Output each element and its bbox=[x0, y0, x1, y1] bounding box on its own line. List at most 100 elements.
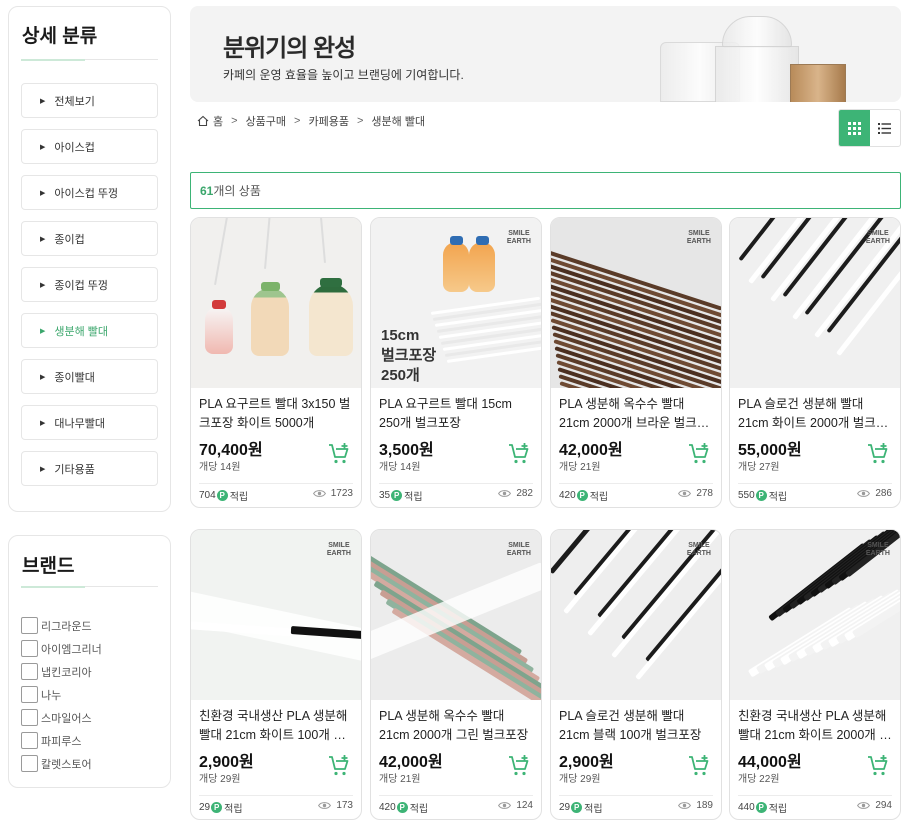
chevron-right-icon: ▶ bbox=[40, 235, 46, 243]
brand-filter-item[interactable]: 파피루스 bbox=[21, 729, 102, 752]
add-to-cart-button[interactable] bbox=[507, 442, 531, 466]
product-card[interactable]: SMILE EARTH PLA 슬로건 생분해 빨대 21cm 화이트 2000개… bbox=[729, 217, 901, 508]
sidebar-category-item[interactable]: ▶ 기타용품 bbox=[21, 451, 158, 486]
add-to-cart-button[interactable] bbox=[507, 754, 531, 778]
views-count: 173 bbox=[336, 800, 353, 811]
product-card[interactable]: SMILE EARTH 친환경 국내생산 PLA 생분해 빨대 21cm 화이트 … bbox=[190, 529, 362, 820]
eye-icon bbox=[857, 802, 871, 809]
product-count: 61 bbox=[200, 183, 214, 198]
brand-filter-item[interactable]: 아이엠그리너 bbox=[21, 637, 102, 660]
product-name[interactable]: 친환경 국내생산 PLA 생분해 빨대 21cm 화이트 2000개 벌크포장 bbox=[738, 707, 894, 745]
sidebar-category-item[interactable]: ▶ 아이스컵 뚜껑 bbox=[21, 175, 158, 210]
breadcrumb-current[interactable]: 생분해 빨대 bbox=[371, 113, 425, 129]
card-divider bbox=[199, 483, 353, 484]
brand-logo-text: SMILE EARTH bbox=[865, 542, 890, 557]
brand-checkbox[interactable] bbox=[21, 709, 38, 726]
add-to-cart-button[interactable] bbox=[687, 442, 711, 466]
breadcrumb-shop[interactable]: 상품구매 bbox=[246, 113, 286, 129]
eye-icon bbox=[498, 490, 512, 497]
product-price: 44,000원 bbox=[738, 754, 802, 771]
sidebar-category-item[interactable]: ▶ 생분해 빨대 bbox=[21, 313, 158, 348]
bottle-cap-shape bbox=[260, 282, 280, 291]
grid-view-button[interactable] bbox=[839, 110, 870, 146]
sidebar-category-label: 대나무빨대 bbox=[54, 417, 105, 430]
brand-filter-item[interactable]: 스마일어스 bbox=[21, 706, 102, 729]
views-count: 124 bbox=[516, 800, 533, 811]
product-views: 278 bbox=[678, 488, 713, 499]
sidebar-category-label: 전체보기 bbox=[54, 95, 95, 108]
sidebar-category-item[interactable]: ▶ 대나무빨대 bbox=[21, 405, 158, 440]
product-image[interactable]: SMILE EARTH bbox=[371, 530, 541, 700]
product-card[interactable]: 15cm 벌크포장 250개 SMILE EARTH PLA 요구르트 빨대 15c… bbox=[370, 217, 542, 508]
sidebar-category-item[interactable]: ▶ 전체보기 bbox=[21, 83, 158, 118]
brand-filter-item[interactable]: 리그라운드 bbox=[21, 614, 102, 637]
brand-checkbox[interactable] bbox=[21, 640, 38, 657]
product-name[interactable]: 친환경 국내생산 PLA 생분해 빨대 21cm 화이트 100개 개별포장 bbox=[199, 707, 355, 745]
product-card[interactable]: PLA 요구르트 빨대 3x150 벌크포장 화이트 5000개 70,400원 개… bbox=[190, 217, 362, 508]
home-icon[interactable] bbox=[197, 115, 209, 127]
breadcrumb-cafe-supplies[interactable]: 카페용품 bbox=[308, 113, 348, 129]
brand-checkbox[interactable] bbox=[21, 732, 38, 749]
product-name[interactable]: PLA 생분해 옥수수 빨대 21cm 2000개 그린 벌크포장 bbox=[379, 707, 535, 745]
product-card[interactable]: SMILE EARTH PLA 생분해 옥수수 빨대 21cm 2000개 그린 … bbox=[370, 529, 542, 820]
brand-filter-item[interactable]: 나누 bbox=[21, 683, 102, 706]
add-to-cart-button[interactable] bbox=[687, 754, 711, 778]
product-card[interactable]: SMILE EARTH PLA 생분해 옥수수 빨대 21cm 2000개 브라운… bbox=[550, 217, 722, 508]
views-count: 1723 bbox=[330, 488, 353, 499]
chevron-right-icon: ▶ bbox=[40, 97, 46, 105]
add-to-cart-button[interactable] bbox=[866, 442, 890, 466]
brand-filter-item[interactable]: 칼렛스토어 bbox=[21, 752, 102, 775]
product-image[interactable]: SMILE EARTH bbox=[191, 530, 361, 700]
points-badge-icon: P bbox=[755, 802, 767, 813]
add-to-cart-button[interactable] bbox=[327, 754, 351, 778]
list-view-button[interactable] bbox=[870, 110, 901, 146]
product-image[interactable]: 15cm 벌크포장 250개 SMILE EARTH bbox=[371, 218, 541, 388]
brand-checkbox[interactable] bbox=[21, 755, 38, 772]
product-image[interactable] bbox=[191, 218, 361, 388]
bottle-cap-shape bbox=[449, 236, 463, 245]
add-to-cart-button[interactable] bbox=[327, 442, 351, 466]
brand-checkbox[interactable] bbox=[21, 686, 38, 703]
product-card[interactable]: SMILE EARTH 친환경 국내생산 PLA 생분해 빨대 21cm 화이트 … bbox=[729, 529, 901, 820]
product-unit-price: 개당 29원 bbox=[199, 774, 241, 785]
breadcrumb-home[interactable]: 홈 bbox=[213, 113, 223, 129]
product-views: 1723 bbox=[312, 488, 353, 499]
product-image[interactable]: SMILE EARTH bbox=[551, 218, 721, 388]
bottle-shape bbox=[443, 236, 469, 292]
product-points: 35 P 적립 bbox=[379, 488, 423, 503]
product-image[interactable]: SMILE EARTH bbox=[730, 218, 900, 388]
sidebar-category-item[interactable]: ▶ 종이컵 bbox=[21, 221, 158, 256]
product-price: 3,500원 bbox=[379, 442, 434, 459]
product-image[interactable]: SMILE EARTH bbox=[730, 530, 900, 700]
bottle-shape bbox=[309, 278, 353, 356]
grid-icon bbox=[847, 121, 861, 135]
cart-plus-icon bbox=[509, 443, 529, 464]
category-panel: 상세 분류 ▶ 전체보기 ▶ 아이스컵 ▶ 아이스컵 뚜껑 ▶ 종이컵 ▶ 종이컵 뚜껑 ▶ 생분해 … bbox=[8, 6, 171, 512]
sidebar-category-item[interactable]: ▶ 종이컵 뚜껑 bbox=[21, 267, 158, 302]
category-banner: 분위기의 완성 카페의 운영 효율을 높이고 브랜딩에 기여합니다. bbox=[190, 6, 901, 102]
sidebar-category-label: 종이컵 뚜껑 bbox=[54, 279, 109, 292]
product-name[interactable]: PLA 슬로건 생분해 빨대 21cm 블랙 100개 벌크포장 bbox=[559, 707, 715, 745]
points-value: 550 bbox=[738, 490, 755, 501]
brand-filter-label: 칼렛스토어 bbox=[41, 758, 92, 771]
points-badge-icon: P bbox=[755, 490, 767, 501]
brand-checkbox[interactable] bbox=[21, 663, 38, 680]
product-image[interactable]: SMILE EARTH bbox=[551, 530, 721, 700]
points-badge-icon: P bbox=[211, 802, 223, 813]
product-name[interactable]: PLA 요구르트 빨대 15cm 250개 벌크포장 bbox=[379, 395, 535, 433]
product-name[interactable]: PLA 슬로건 생분해 빨대 21cm 화이트 2000개 벌크포장 bbox=[738, 395, 894, 433]
sidebar-category-item[interactable]: ▶ 아이스컵 bbox=[21, 129, 158, 164]
product-count-bar: 61 개의 상품 bbox=[190, 172, 901, 209]
product-name[interactable]: PLA 생분해 옥수수 빨대 21cm 2000개 브라운 벌크포장 bbox=[559, 395, 715, 433]
product-name[interactable]: PLA 요구르트 빨대 3x150 벌크포장 화이트 5000개 bbox=[199, 395, 355, 433]
product-unit-price: 개당 27원 bbox=[738, 462, 780, 473]
brand-checkbox[interactable] bbox=[21, 617, 38, 634]
cart-plus-icon bbox=[329, 755, 349, 776]
points-value: 420 bbox=[379, 802, 396, 813]
brand-filter-item[interactable]: 냅킨코리아 bbox=[21, 660, 102, 683]
product-card[interactable]: SMILE EARTH PLA 슬로건 생분해 빨대 21cm 블랙 100개 벌… bbox=[550, 529, 722, 820]
add-to-cart-button[interactable] bbox=[866, 754, 890, 778]
product-unit-price: 개당 22원 bbox=[738, 774, 780, 785]
sidebar-category-item[interactable]: ▶ 종이빨대 bbox=[21, 359, 158, 394]
brand-filter-list: 리그라운드 아이엠그리너 냅킨코리아 나누 스마일어스 파피루스칼렛스토어 bbox=[21, 614, 102, 775]
